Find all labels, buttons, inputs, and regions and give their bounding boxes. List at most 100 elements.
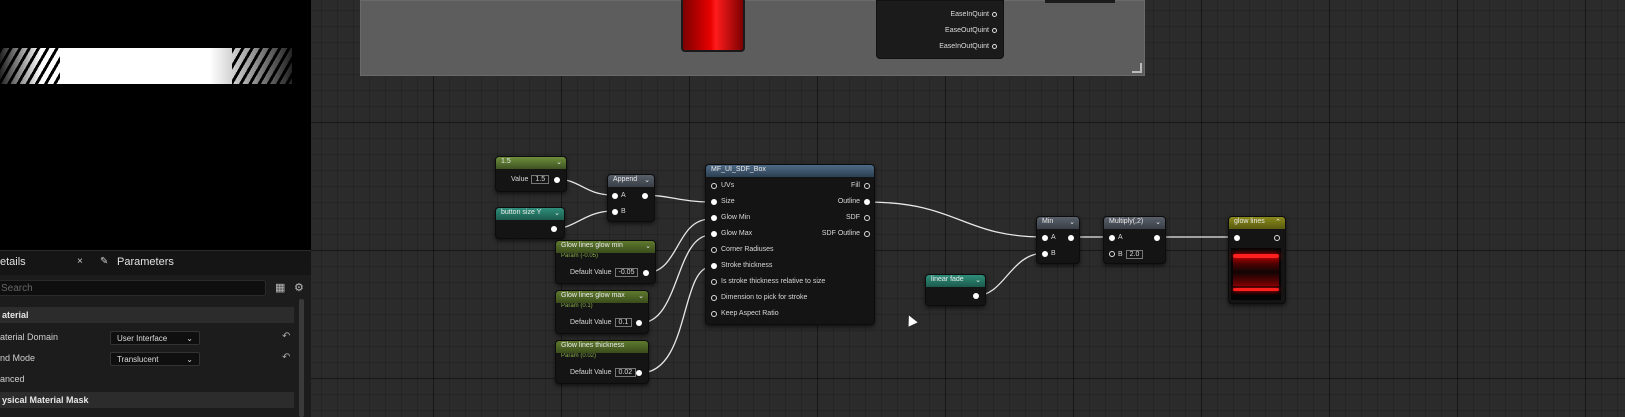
value-field[interactable]: 0.1 [614,318,633,327]
input-pin-icon[interactable] [711,215,717,221]
output-pin-icon[interactable] [864,199,870,205]
input-pin-icon[interactable] [1109,251,1115,257]
parameter-node-thickness[interactable]: Glow lines thickness Param (0.02) Defaul… [555,340,649,384]
node-title: button size Y ⌄ [496,208,564,220]
chevron-down-icon[interactable]: ⌄ [645,242,651,250]
panel-tab-bar: etails × ✎ Parameters [0,251,311,275]
node-subtitle: Param (-0.05) [561,253,599,259]
output-pin-icon[interactable] [992,12,997,17]
gear-icon[interactable]: ⚙ [294,281,304,294]
parameter-node-glow-max[interactable]: Glow lines glow max ⌄ Param (0.1) Default… [555,290,649,334]
input-pin-icon[interactable] [711,247,717,253]
default-value-label: Default Value [570,369,612,376]
table-icon[interactable]: ▦ [275,281,285,294]
chevron-down-icon[interactable]: ⌄ [975,276,981,284]
output-pin-icon[interactable] [1068,235,1074,241]
value-field[interactable]: 0.02 [614,368,637,377]
named-reroute-glow-lines[interactable]: glow lines ⌃ [1228,216,1286,304]
output-label: Outline [837,198,860,205]
value-field[interactable]: -0.05 [614,268,639,277]
input-label: Corner Radiuses [721,246,774,253]
output-pin-icon[interactable] [636,370,642,376]
tab-parameters[interactable]: Parameters [117,256,174,268]
chevron-down-icon[interactable]: ⌄ [644,176,650,184]
close-icon[interactable]: × [77,256,83,267]
output-pin-icon[interactable] [992,44,997,49]
parameter-node-linear-fade[interactable]: linear fade ⌄ [925,274,986,306]
output-pin-icon[interactable] [643,270,649,276]
input-pin-icon[interactable] [711,263,717,269]
output-pin-icon[interactable] [551,226,557,232]
category-physical-material-mask[interactable]: ysical Material Mask [0,392,294,408]
output-pin-icon[interactable] [636,320,642,326]
chevron-down-icon[interactable]: ⌄ [638,292,644,300]
parameter-node-glow-min[interactable]: Glow lines glow min ⌄ Param (-0.05) Defau… [555,240,656,284]
chevron-down-icon[interactable]: ⌄ [1155,218,1161,226]
input-pin-icon[interactable] [1042,251,1048,257]
input-pin-icon[interactable] [711,311,717,317]
scrollbar[interactable] [299,299,304,417]
input-pin-icon[interactable] [711,279,717,285]
blend-mode-select[interactable]: Translucent ⌄ [110,352,200,366]
hatch-left [0,48,60,84]
input-pin-icon[interactable] [711,231,717,237]
details-panel: etails × ✎ Parameters Search ▦ ⚙ aterial… [0,251,311,417]
advanced-expander[interactable]: anced [0,374,292,384]
material-domain-select[interactable]: User Interface ⌄ [110,331,200,345]
node-title: Glow lines glow min ⌄ [556,241,655,253]
output-pin-icon[interactable] [973,293,979,299]
input-pin-icon[interactable] [1234,235,1240,241]
input-pin-icon[interactable] [612,209,618,215]
node-subtitle: Param (0.1) [561,303,593,309]
input-pin-icon[interactable] [711,295,717,301]
parameter-node-button-size[interactable]: button size Y ⌄ [495,207,565,239]
chevron-up-icon[interactable]: ⌃ [1275,218,1281,226]
value-field[interactable]: 1.5 [531,175,550,184]
chevron-down-icon[interactable]: ⌄ [1069,218,1075,226]
pin-label: A [1118,234,1123,241]
node-title: glow lines ⌃ [1229,217,1285,229]
input-pin-icon[interactable] [711,199,717,205]
pin-label: A [1051,234,1056,241]
ease-output-label: EaseInQuint [950,11,989,18]
category-material[interactable]: aterial [0,307,294,323]
reset-arrow-icon[interactable]: ↶ [282,352,290,363]
output-pin-icon[interactable] [864,231,870,237]
red-preview-node[interactable] [681,0,745,52]
pin-label: B [621,208,626,215]
input-pin-icon[interactable] [1042,235,1048,241]
offscreen-node-edge [1045,0,1115,3]
pencil-icon: ✎ [100,256,109,267]
append-node[interactable]: Append ⌄ A B [607,174,655,222]
output-pin-icon[interactable] [642,193,648,199]
output-pin-icon[interactable] [1274,235,1280,241]
node-title: Glow lines thickness [556,341,648,353]
chevron-down-icon[interactable]: ⌄ [554,209,560,217]
sdf-box-function-node[interactable]: MF_UI_SDF_Box UVs Size Glow Min Glow Max… [705,164,875,325]
output-pin-icon[interactable] [864,215,870,221]
output-pin-icon[interactable] [1154,235,1160,241]
material-preview-bar [0,48,292,84]
resize-grip-icon[interactable] [1132,63,1142,73]
chevron-down-icon[interactable]: ⌄ [556,158,562,166]
search-input[interactable]: Search [0,280,266,296]
ease-function-node[interactable]: EaseInQuint EaseOutQuint EaseInOutQuint [876,0,1004,59]
output-label: SDF Outline [821,230,860,237]
input-pin-icon[interactable] [1109,235,1115,241]
tab-details[interactable]: etails [0,256,26,268]
output-pin-icon[interactable] [864,183,870,189]
min-node[interactable]: Min ⌄ A B [1036,216,1080,264]
multiply-node[interactable]: Multiply(,2) ⌄ A B 2.0 [1103,216,1166,264]
output-pin-icon[interactable] [554,177,560,183]
chevron-down-icon: ⌄ [186,355,193,364]
output-pin-icon[interactable] [992,28,997,33]
comment-box[interactable] [360,0,1145,76]
preview-viewport[interactable] [0,0,311,250]
constant-node[interactable]: 1.5 ⌄ Value 1.5 [495,156,567,192]
input-pin-icon[interactable] [612,193,618,199]
value-field[interactable]: 2.0 [1125,250,1144,259]
input-pin-icon[interactable] [711,183,717,189]
reset-arrow-icon[interactable]: ↶ [282,331,290,342]
value-label: Value [511,176,529,183]
output-label: SDF [846,214,860,221]
